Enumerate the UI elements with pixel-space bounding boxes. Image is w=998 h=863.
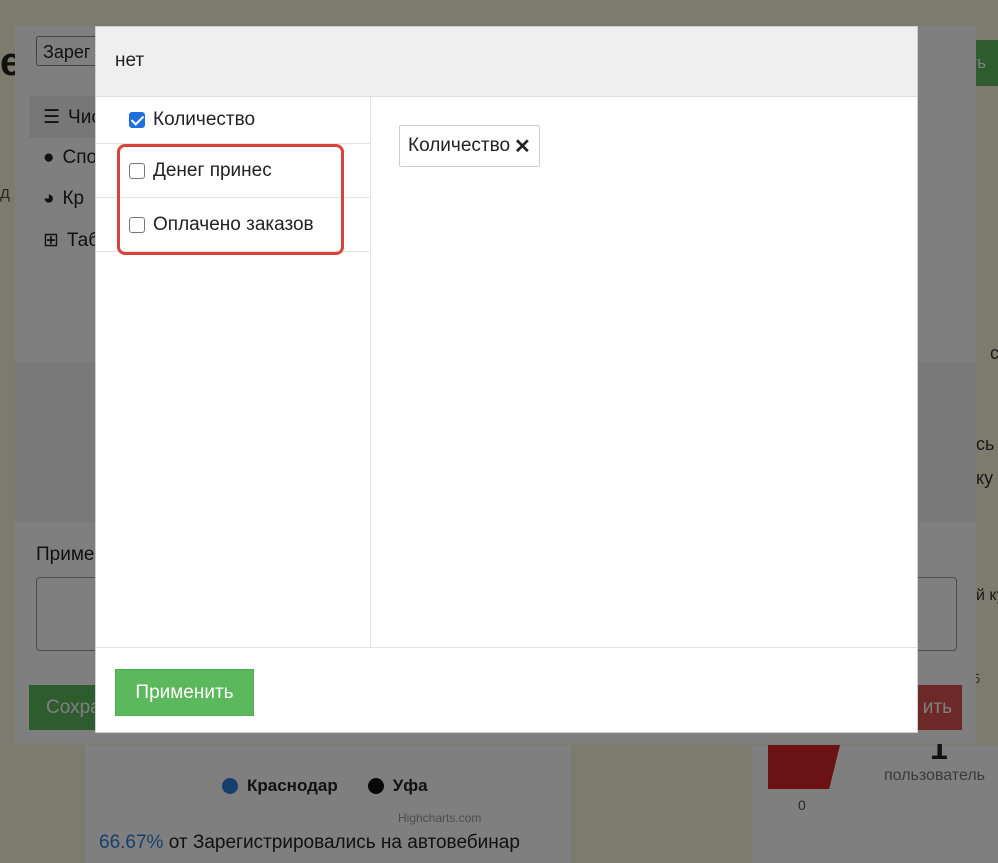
highlight-box	[117, 144, 344, 255]
option-quantity[interactable]: Количество	[96, 97, 370, 144]
modal-header: нет	[96, 27, 917, 97]
modal-footer: Применить	[96, 647, 917, 733]
tag-label: Количество	[408, 135, 511, 156]
metric-select-modal: нет Количество Денег принес Оплачено зак…	[95, 26, 918, 733]
apply-button[interactable]: Применить	[115, 669, 254, 716]
close-icon[interactable]: ✕	[514, 134, 531, 159]
modal-title: нет	[115, 50, 145, 71]
option-label: Количество	[153, 109, 256, 130]
selected-tag-quantity: Количество ✕	[399, 125, 540, 167]
quantity-checkbox[interactable]	[129, 112, 145, 128]
